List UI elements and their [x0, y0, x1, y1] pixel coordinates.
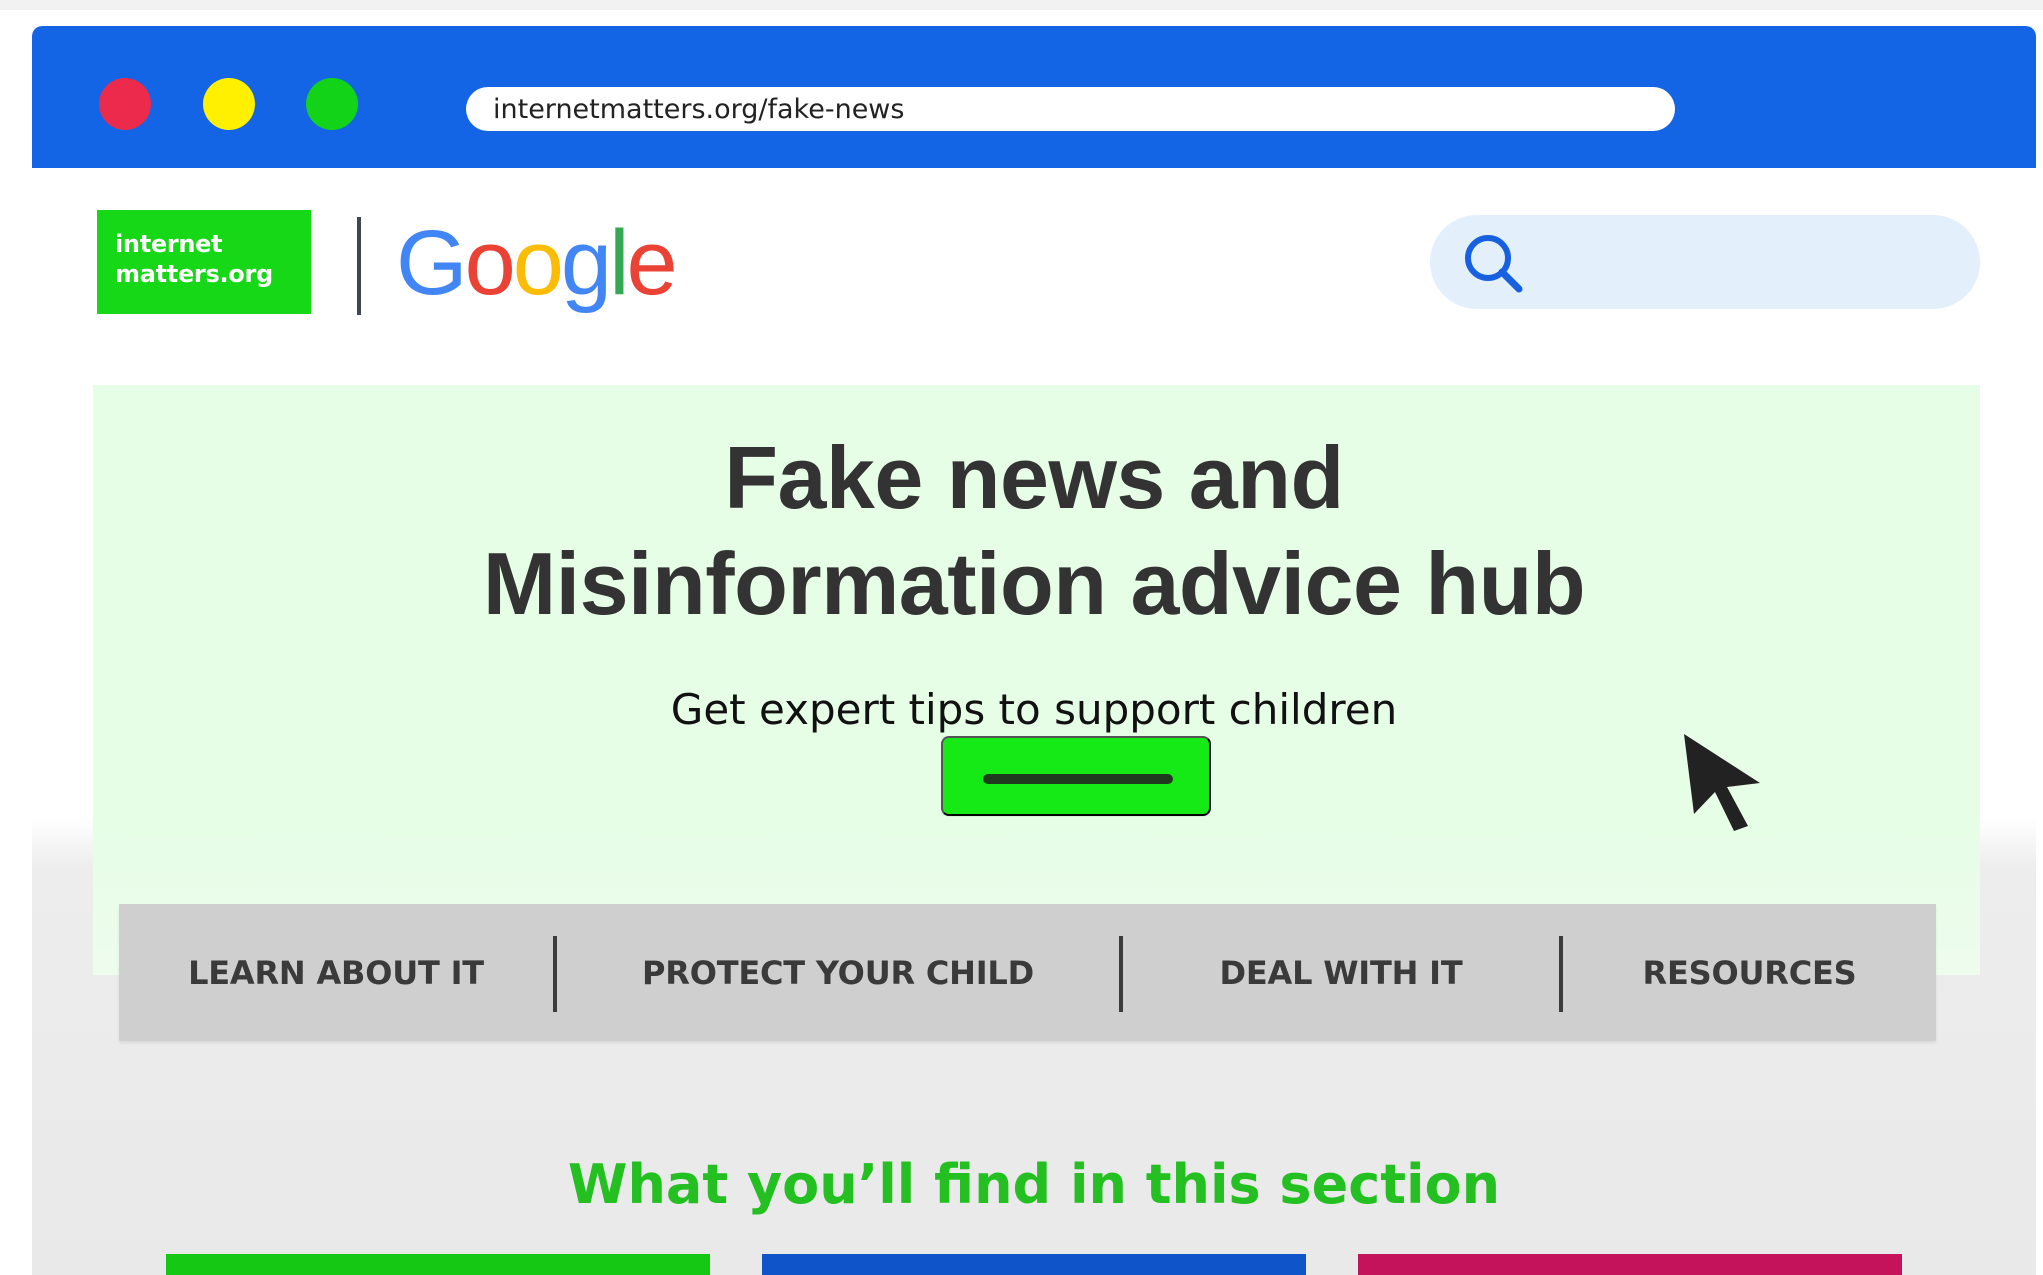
browser-window: internetmatters.org/fake-news internet m… [32, 26, 2036, 1275]
browser-titlebar: internetmatters.org/fake-news [32, 26, 2036, 168]
nav-learn-about-it[interactable]: LEARN ABOUT IT [119, 904, 553, 1041]
google-letter-o-2: o [512, 212, 564, 314]
hero-subtitle: Get expert tips to support children [670, 685, 1398, 734]
search-icon[interactable] [1457, 227, 1533, 303]
search-input[interactable] [1430, 215, 1980, 309]
logo-divider [357, 217, 361, 315]
dash-icon [983, 774, 1173, 784]
close-window-icon[interactable] [99, 78, 151, 130]
hero-title-line-1: Fake news and [724, 427, 1344, 527]
logo-line-internet: internet [115, 230, 223, 258]
google-letter-o-1: o [464, 212, 516, 314]
hero-cta-button[interactable] [941, 736, 1211, 816]
mouse-pointer-icon [1684, 734, 1760, 831]
content-card-blue[interactable] [762, 1254, 1306, 1275]
corner-artifact [0, 1266, 8, 1275]
minimize-window-icon[interactable] [203, 78, 255, 130]
section-heading: What you’ll find in this section [567, 1152, 1501, 1216]
address-bar-url: internetmatters.org/fake-news [493, 93, 905, 125]
maximize-window-icon[interactable] [306, 78, 358, 130]
internet-matters-logo[interactable]: internet matters.org [97, 210, 311, 314]
nav-resources[interactable]: RESOURCES [1563, 904, 1936, 1041]
google-letter-g: G [396, 212, 468, 314]
nav-protect-your-child[interactable]: PROTECT YOUR CHILD [557, 904, 1119, 1041]
google-letter-g-2: g [560, 212, 612, 314]
screenshot-canvas: internetmatters.org/fake-news internet m… [0, 0, 2043, 1275]
webpage: internet matters.org Google Fake news an… [32, 168, 2036, 1275]
hero-title-line-2: Misinformation advice hub [482, 533, 1586, 633]
address-bar[interactable]: internetmatters.org/fake-news [466, 87, 1675, 131]
nav-deal-with-it[interactable]: DEAL WITH IT [1123, 904, 1559, 1041]
google-letter-e: e [626, 212, 678, 314]
google-logo: Google [396, 208, 678, 318]
logo-line-matters: matters.org [115, 260, 273, 288]
content-card-magenta[interactable] [1358, 1254, 1902, 1275]
google-letter-l: l [609, 212, 630, 314]
section-navigation: LEARN ABOUT IT PROTECT YOUR CHILD DEAL W… [119, 904, 1936, 1041]
content-card-green[interactable] [166, 1254, 710, 1275]
content-cards [166, 1254, 1906, 1275]
hero-title: Fake news and Misinformation advice hub [32, 425, 2036, 637]
